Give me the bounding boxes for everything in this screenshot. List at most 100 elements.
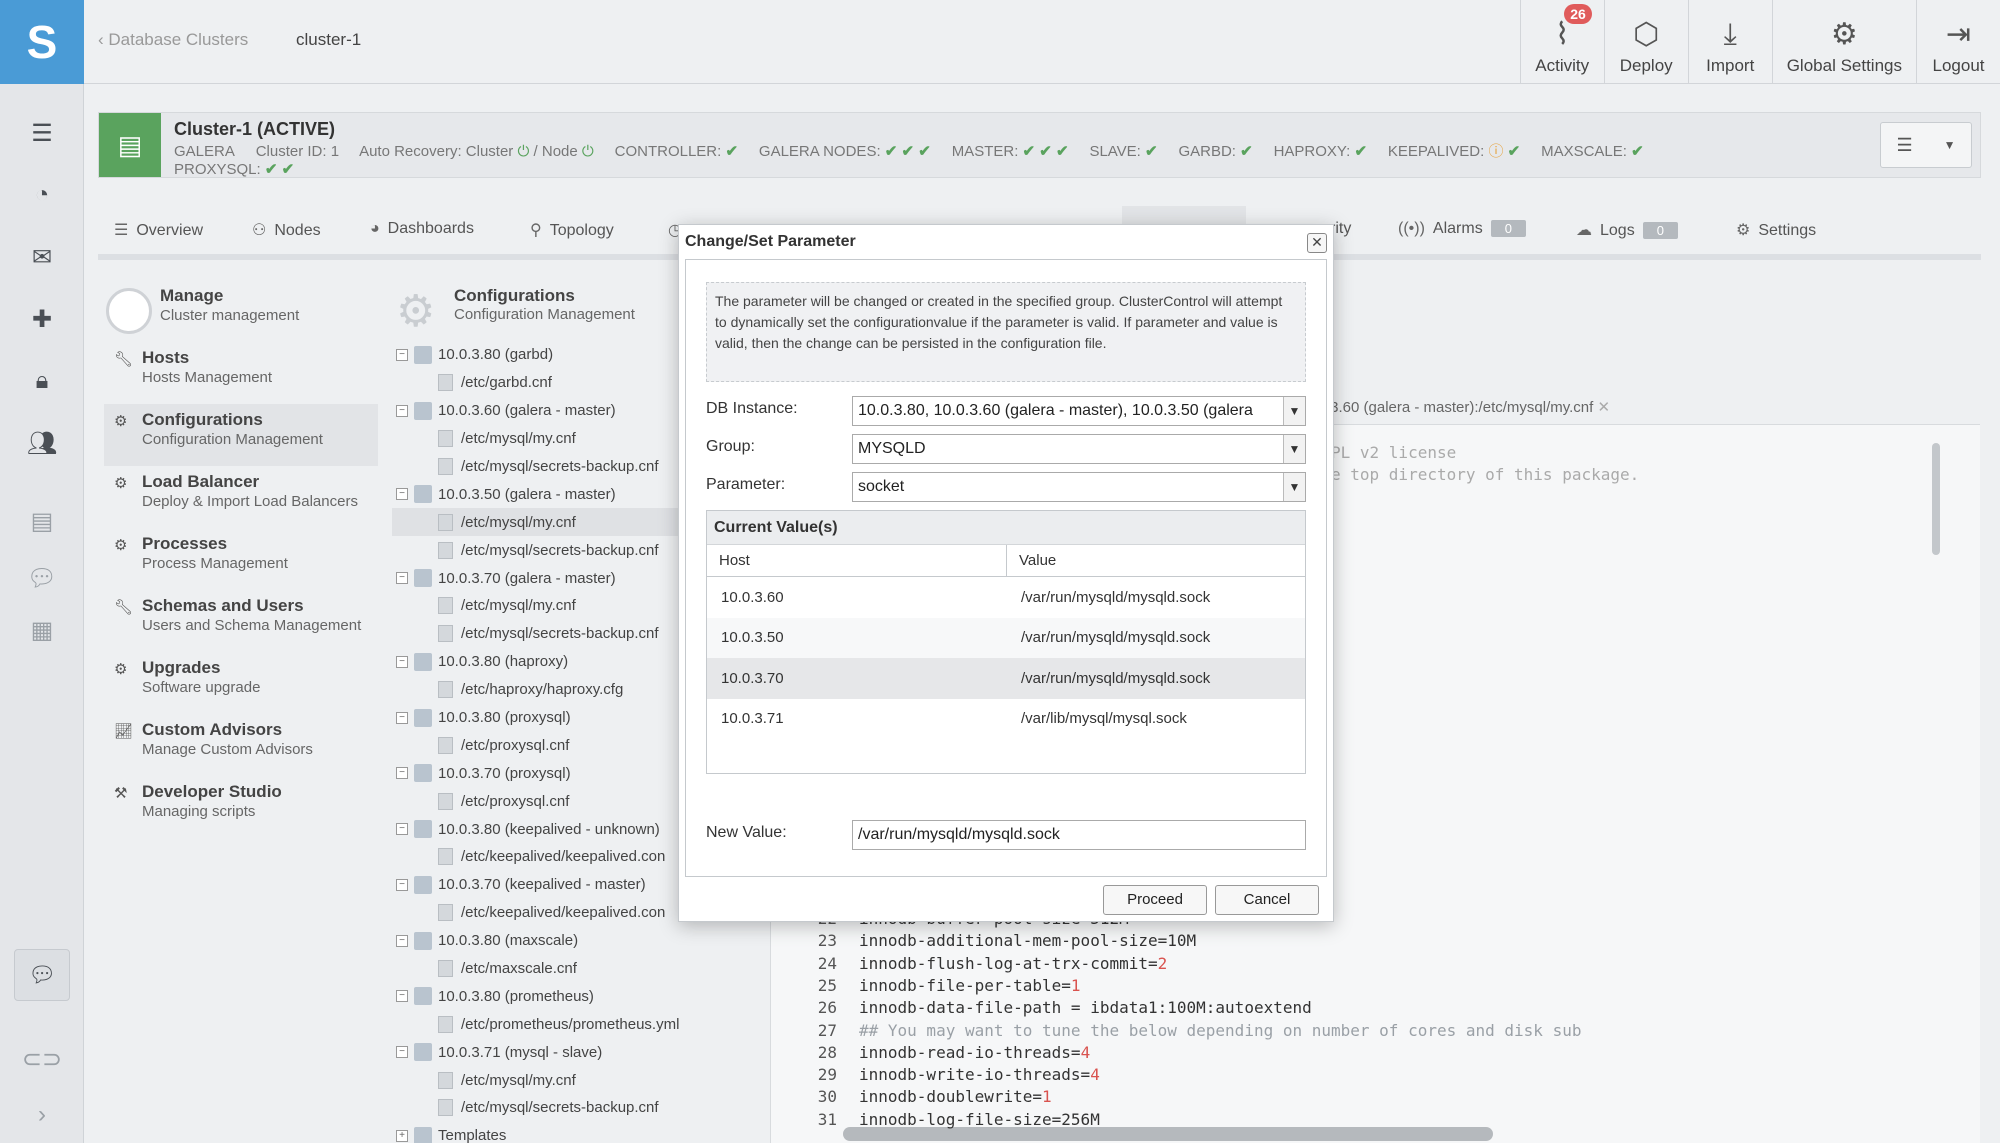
gears-icon: ⚙ [1830, 18, 1858, 51]
dashboard-pie-icon[interactable]: ◔ [0, 164, 84, 226]
table-row[interactable]: 10.0.3.60/var/run/mysqld/mysqld.sock [707, 577, 1305, 618]
controller-label: CONTROLLER: [614, 143, 722, 160]
manage-subtitle: Cluster management [160, 307, 300, 324]
tree-item-label: /etc/haproxy/haproxy.cfg [461, 681, 624, 699]
manage-item-load-balancer[interactable]: ⚙ Load Balancer Deploy & Import Load Balan… [104, 466, 378, 528]
manage-item-configurations[interactable]: ⚙ Configurations Configuration Management [104, 404, 378, 466]
import-button[interactable]: ⤓ Import [1687, 0, 1772, 84]
server-icon [414, 401, 432, 420]
cluster-title: Cluster-1 (ACTIVE) [174, 119, 336, 139]
tab-overview[interactable]: ☰ Overview [114, 220, 203, 240]
comment-icon[interactable]: 💬︎ [0, 552, 84, 604]
logout-button[interactable]: ⇥ Logout [1916, 0, 2000, 84]
app-logo[interactable]: S [0, 0, 84, 84]
global-settings-button[interactable]: ⚙ Global Settings [1771, 0, 1916, 84]
breadcrumb-parent[interactable]: ‹ Database Clusters [98, 30, 248, 50]
row-value: /var/lib/mysql/mysql.sock [1021, 710, 1187, 728]
file-icon [438, 736, 453, 754]
tree-host-item[interactable]: − 10.0.3.71 (mysql - slave) [392, 1038, 770, 1066]
manage-menu: Manage Cluster management 🔧︎ Hosts Hosts M… [104, 280, 378, 838]
dialog-body: The parameter will be changed or created… [685, 259, 1327, 877]
book-icon[interactable]: ▤ [0, 490, 84, 552]
tree-host-item[interactable]: − 10.0.3.80 (prometheus) [392, 982, 770, 1010]
puzzle-icon[interactable]: ✚ [0, 288, 84, 350]
deploy-button[interactable]: ⬡ Deploy [1603, 0, 1688, 84]
mail-icon[interactable]: ✉ [0, 226, 84, 288]
chat-icon[interactable]: 💬︎ [14, 949, 70, 1001]
cancel-button[interactable]: Cancel [1215, 885, 1319, 915]
collapse-icon[interactable]: − [396, 823, 408, 836]
collapse-icon[interactable]: − [396, 934, 408, 947]
close-tab-icon[interactable]: ✕ [1597, 399, 1610, 416]
table-row[interactable]: 10.0.3.71/var/lib/mysql/mysql.sock [707, 699, 1305, 740]
row-host: 10.0.3.60 [721, 588, 784, 606]
manage-item-schemas-users[interactable]: 🔧︎ Schemas and Users Users and Schema Mana… [104, 590, 378, 652]
server-icon [414, 708, 432, 727]
line-text: ## You may want to tune the below depend… [859, 1020, 1582, 1040]
server-list-icon: ☰ [1896, 134, 1913, 155]
collapse-icon[interactable]: − [396, 767, 408, 780]
close-icon[interactable]: ✕ [1307, 233, 1327, 253]
topology-icon: ⚲ [530, 222, 542, 239]
db-instance-value: 10.0.3.80, 10.0.3.60 (galera - master), … [858, 402, 1253, 419]
group-select[interactable]: MYSQLD ▼ [852, 434, 1306, 464]
table-row[interactable]: 10.0.3.50/var/run/mysqld/mysqld.sock [707, 617, 1305, 658]
clusters-icon[interactable]: ☰ [0, 102, 84, 164]
expand-icon[interactable]: + [396, 1129, 408, 1142]
collapse-icon[interactable]: − [396, 878, 408, 891]
toggle-icon[interactable]: ⊂⊃ [0, 1031, 84, 1087]
collapse-icon[interactable]: − [396, 655, 408, 668]
collapse-icon[interactable]: − [396, 572, 408, 585]
new-value-input[interactable] [852, 820, 1306, 850]
row-host: 10.0.3.71 [721, 710, 784, 728]
chevron-right-icon[interactable]: › [0, 1087, 84, 1143]
tree-file-item[interactable]: /etc/mysql/my.cnf [392, 1066, 770, 1094]
cluster-type: GALERA [174, 143, 235, 160]
cluster-recovery-power-icon[interactable]: ⏻ [517, 143, 529, 160]
tab-logs[interactable]: ☁ Logs 0 [1576, 220, 1678, 240]
collapse-icon[interactable]: − [396, 990, 408, 1003]
lock-icon[interactable]: 🔒︎ [0, 350, 84, 412]
tree-file-item[interactable]: /etc/mysql/secrets-backup.cnf [392, 1094, 770, 1122]
tab-alarms[interactable]: ((•)) Alarms 0 [1398, 220, 1526, 238]
editor-line: 26 innodb-data-file-path = ibdata1:100M:a… [771, 998, 1312, 1020]
gift-icon[interactable]: ▦ [0, 604, 84, 656]
node-recovery-power-icon[interactable]: ⏻ [582, 143, 594, 160]
tree-host-item[interactable]: − 10.0.3.80 (maxscale) [392, 927, 770, 955]
tree-file-item[interactable]: /etc/prometheus/prometheus.yml [392, 1010, 770, 1038]
global-settings-label: Global Settings [1786, 56, 1902, 75]
cluster-actions-dropdown[interactable]: ☰ ▼ [1880, 122, 1972, 168]
editor-vertical-scrollbar[interactable] [1932, 443, 1940, 555]
tab-topology[interactable]: ⚲ Topology [530, 220, 614, 240]
proceed-button[interactable]: Proceed [1103, 885, 1207, 915]
tree-file-item[interactable]: /etc/maxscale.cnf [392, 955, 770, 983]
manage-item-processes[interactable]: ⚙ Processes Process Management [104, 528, 378, 590]
manage-item-upgrades[interactable]: ⚙ Upgrades Software upgrade [104, 652, 378, 714]
tab-settings[interactable]: ⚙ Settings [1736, 220, 1816, 240]
tab-nodes[interactable]: ⚇ Nodes [252, 220, 321, 240]
tree-item-label: 10.0.3.70 (keepalived - master) [438, 876, 646, 894]
file-icon [438, 1071, 453, 1089]
collapse-icon[interactable]: − [396, 348, 408, 361]
parameter-select[interactable]: socket ▼ [852, 472, 1306, 502]
collapse-icon[interactable]: − [396, 711, 408, 724]
manage-item-title: Processes [142, 534, 228, 553]
collapse-icon[interactable]: − [396, 404, 408, 417]
tree-host-item[interactable]: + Templates [392, 1122, 770, 1143]
manage-item-developer-studio[interactable]: ⚒ Developer Studio Managing scripts [104, 776, 378, 838]
db-instance-select[interactable]: 10.0.3.80, 10.0.3.60 (galera - master), … [852, 396, 1306, 426]
check-icon: ✔ [725, 143, 739, 160]
activity-pulse-icon: ⌇ [1554, 18, 1570, 51]
tree-item-label: /etc/garbd.cnf [461, 374, 552, 392]
users-icon[interactable]: 👥︎ [0, 412, 84, 474]
tab-dashboards[interactable]: ◕ Dashboards [370, 220, 474, 238]
collapse-icon[interactable]: − [396, 1046, 408, 1059]
table-row[interactable]: 10.0.3.70/var/run/mysqld/mysqld.sock [707, 658, 1305, 699]
line-text: innodb-read-io-threads= [859, 1042, 1081, 1062]
manage-item-hosts[interactable]: 🔧︎ Hosts Hosts Management [104, 342, 378, 404]
collapse-icon[interactable]: − [396, 488, 408, 501]
editor-file-tab[interactable]: .3.60 (galera - master):/etc/mysql/my.cn… [1326, 398, 1610, 416]
activity-button[interactable]: 26 ⌇ Activity [1519, 0, 1604, 84]
tree-item-label: /etc/maxscale.cnf [461, 960, 577, 978]
manage-item-custom-advisors[interactable]: 📈︎ Custom Advisors Manage Custom Advisors [104, 714, 378, 776]
